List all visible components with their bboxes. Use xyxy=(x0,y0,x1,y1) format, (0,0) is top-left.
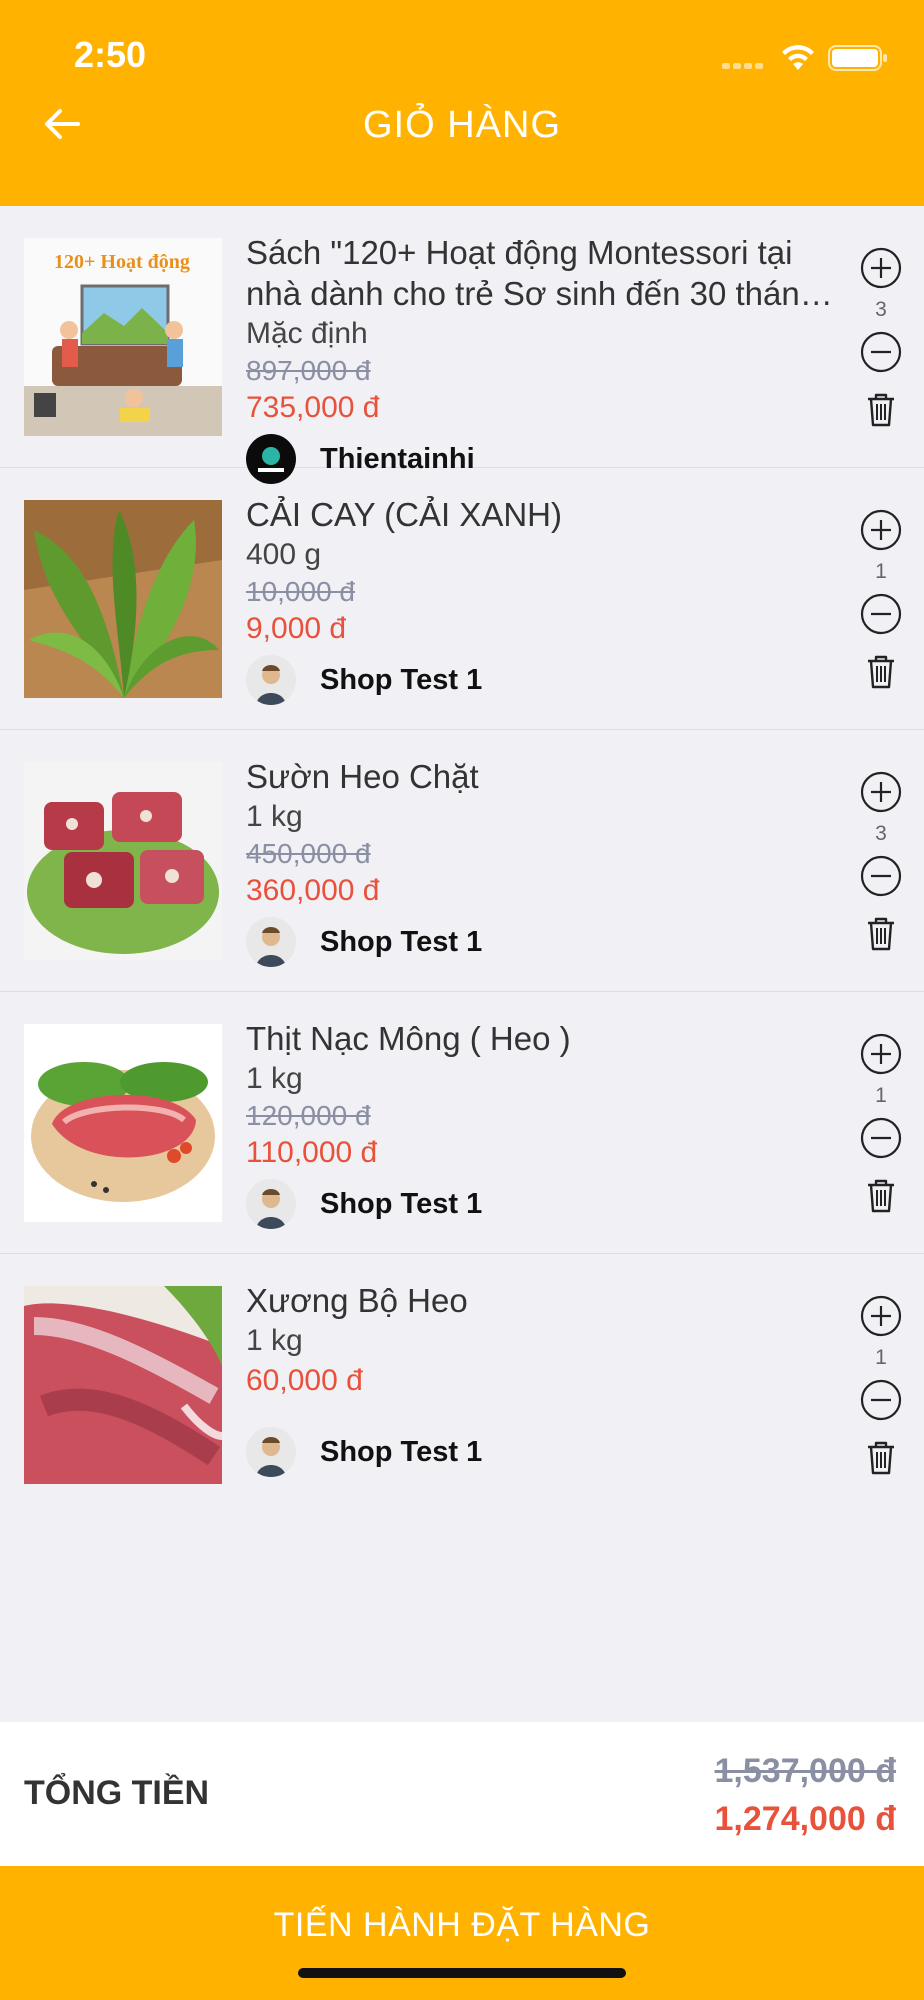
item-info: Sách "120+ Hoạt động Montessori tại nhà … xyxy=(246,232,838,484)
product-name[interactable]: Sách "120+ Hoạt động Montessori tại nhà … xyxy=(246,232,838,314)
product-image[interactable] xyxy=(24,500,222,698)
product-name[interactable]: Thịt Nạc Mông ( Heo ) xyxy=(246,1018,838,1059)
cart-item[interactable]: Xương Bộ Heo 1 kg 60,000 đ Shop Test 1 1 xyxy=(0,1254,924,1516)
total-original-price: 1,537,000 đ xyxy=(714,1752,896,1790)
product-image[interactable]: 120+ Hoạt động xyxy=(24,238,222,436)
sale-price: 360,000 đ xyxy=(246,874,380,907)
sale-price: 60,000 đ xyxy=(246,1364,363,1397)
shop-avatar xyxy=(246,917,296,967)
shop-info[interactable]: Shop Test 1 xyxy=(246,1179,838,1229)
item-info: Xương Bộ Heo 1 kg 60,000 đ Shop Test 1 xyxy=(246,1280,838,1477)
quantity-value: 3 xyxy=(875,298,887,321)
cart-list: 120+ Hoạt động Sách "120+ Hoạt động Mont… xyxy=(0,206,924,1516)
quantity-stepper: 3 xyxy=(858,770,904,952)
product-name[interactable]: Sườn Heo Chặt xyxy=(246,756,838,797)
minus-circle-icon[interactable] xyxy=(859,592,903,636)
product-variant: 1 kg xyxy=(246,800,303,833)
trash-icon[interactable] xyxy=(865,392,897,428)
quantity-value: 1 xyxy=(875,1346,887,1369)
checkout-button[interactable]: TIẾN HÀNH ĐẶT HÀNG xyxy=(0,1866,924,2000)
product-image[interactable] xyxy=(24,1286,222,1484)
plus-circle-icon[interactable] xyxy=(859,1032,903,1076)
original-price: 450,000 đ xyxy=(246,838,371,869)
product-image-title: 120+ Hoạt động xyxy=(54,251,190,273)
trash-icon[interactable] xyxy=(865,654,897,690)
product-variant: 1 kg xyxy=(246,1324,303,1357)
quantity-stepper: 1 xyxy=(858,1032,904,1214)
sale-price: 735,000 đ xyxy=(246,391,380,424)
shop-avatar xyxy=(246,1427,296,1477)
shop-avatar xyxy=(246,1179,296,1229)
sale-price: 110,000 đ xyxy=(246,1136,378,1169)
trash-icon[interactable] xyxy=(865,1178,897,1214)
cellular-signal-icon xyxy=(722,56,768,70)
quantity-stepper: 1 xyxy=(858,508,904,690)
minus-circle-icon[interactable] xyxy=(859,854,903,898)
product-variant: 400 g xyxy=(246,538,322,571)
minus-circle-icon[interactable] xyxy=(859,1378,903,1422)
trash-icon[interactable] xyxy=(865,916,897,952)
minus-circle-icon[interactable] xyxy=(859,1116,903,1160)
quantity-stepper: 1 xyxy=(858,1294,904,1476)
total-price: 1,274,000 đ xyxy=(714,1800,896,1838)
shop-name: Shop Test 1 xyxy=(320,925,483,958)
quantity-stepper: 3 xyxy=(858,246,904,428)
plus-circle-icon[interactable] xyxy=(859,246,903,290)
quantity-value: 1 xyxy=(875,560,887,583)
item-info: Thịt Nạc Mông ( Heo ) 1 kg 120,000 đ 110… xyxy=(246,1018,838,1229)
header-bar: 2:50 GIỎ HÀNG xyxy=(0,0,924,206)
cart-item[interactable]: 120+ Hoạt động Sách "120+ Hoạt động Mont… xyxy=(0,206,924,484)
product-variant: 1 kg xyxy=(246,1062,303,1095)
cart-item[interactable]: CẢI CAY (CẢI XANH) 400 g 10,000 đ 9,000 … xyxy=(0,468,924,730)
shop-name: Shop Test 1 xyxy=(320,1435,483,1468)
battery-icon xyxy=(828,45,887,71)
original-price: 120,000 đ xyxy=(246,1100,371,1131)
cart-item[interactable]: Thịt Nạc Mông ( Heo ) 1 kg 120,000 đ 110… xyxy=(0,992,924,1254)
shop-info[interactable]: Shop Test 1 xyxy=(246,917,838,967)
quantity-value: 1 xyxy=(875,1084,887,1107)
plus-circle-icon[interactable] xyxy=(859,1294,903,1338)
total-bar: TỔNG TIỀN 1,537,000 đ 1,274,000 đ xyxy=(0,1722,924,1866)
product-name[interactable]: Xương Bộ Heo xyxy=(246,1280,838,1321)
product-image[interactable] xyxy=(24,762,222,960)
total-label: TỔNG TIỀN xyxy=(24,1774,210,1812)
shop-info[interactable]: Shop Test 1 xyxy=(246,655,838,705)
original-price: 897,000 đ xyxy=(246,355,371,386)
wifi-icon xyxy=(782,45,814,70)
product-image[interactable] xyxy=(24,1024,222,1222)
trash-icon[interactable] xyxy=(865,1440,897,1476)
shop-name: Shop Test 1 xyxy=(320,663,483,696)
minus-circle-icon[interactable] xyxy=(859,330,903,374)
item-info: Sườn Heo Chặt 1 kg 450,000 đ 360,000 đ S… xyxy=(246,756,838,967)
page-title: GIỎ HÀNG xyxy=(362,104,562,146)
item-info: CẢI CAY (CẢI XANH) 400 g 10,000 đ 9,000 … xyxy=(246,494,838,705)
quantity-value: 3 xyxy=(875,822,887,845)
home-indicator xyxy=(298,1968,626,1978)
cart-item[interactable]: Sườn Heo Chặt 1 kg 450,000 đ 360,000 đ S… xyxy=(0,730,924,992)
status-time: 2:50 xyxy=(74,34,147,75)
shop-avatar xyxy=(246,655,296,705)
plus-circle-icon[interactable] xyxy=(859,770,903,814)
shop-info[interactable]: Shop Test 1 xyxy=(246,1427,838,1477)
product-name[interactable]: CẢI CAY (CẢI XANH) xyxy=(246,494,838,535)
sale-price: 9,000 đ xyxy=(246,612,347,645)
product-variant: Mặc định xyxy=(246,317,368,350)
shop-name: Shop Test 1 xyxy=(320,1187,483,1220)
original-price: 10,000 đ xyxy=(246,576,355,607)
checkout-label: TIẾN HÀNH ĐẶT HÀNG xyxy=(273,1906,651,1944)
plus-circle-icon[interactable] xyxy=(859,508,903,552)
